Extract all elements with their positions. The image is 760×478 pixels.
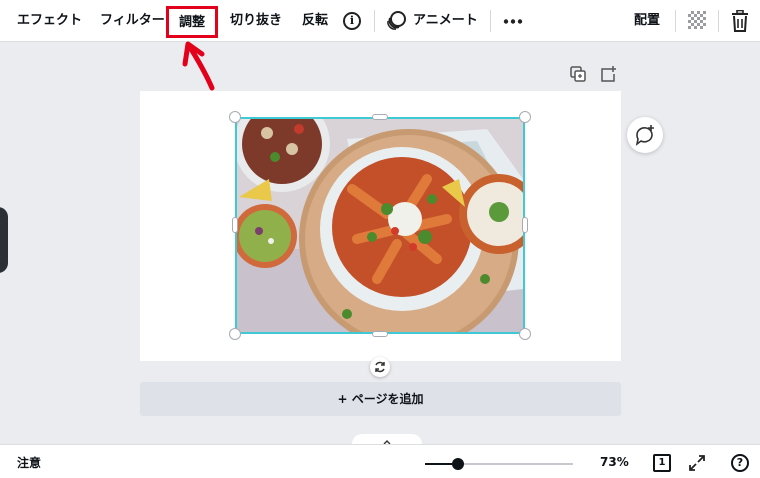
selected-food-photo[interactable] [235,117,525,334]
collapse-panel-tab[interactable] [0,207,8,273]
notes-button[interactable]: 注意 [17,454,41,471]
transparency-icon[interactable] [688,11,706,29]
resize-handle-top-right[interactable] [519,111,531,123]
toolbar-divider [675,10,676,32]
zoom-slider-thumb[interactable] [451,458,464,470]
add-comment-icon[interactable] [627,117,663,153]
adjust-button[interactable]: 調整 [166,6,219,38]
toolbar-divider [718,10,719,32]
duplicate-page-icon[interactable] [570,66,586,82]
resize-handle-bottom[interactable] [372,331,388,337]
resize-handle-right[interactable] [522,217,528,233]
rotate-icon[interactable] [370,357,390,377]
add-page-button[interactable]: + ページを追加 [140,382,621,416]
add-page-icon[interactable] [600,66,616,82]
toolbar-divider [374,10,375,32]
trash-icon[interactable] [731,10,749,32]
animate-button[interactable]: アニメート [413,0,478,42]
zoom-slider[interactable] [425,458,573,470]
food-photo-image [237,119,523,332]
effects-button[interactable]: エフェクト [17,0,82,42]
annotation-arrow-icon [182,41,215,91]
filters-button[interactable]: フィルター [100,0,165,42]
position-button[interactable]: 配置 [634,0,660,42]
resize-handle-bottom-left[interactable] [229,328,241,340]
more-icon[interactable] [503,19,523,24]
image-edit-toolbar: エフェクト フィルター 調整 切り抜き 反転 i アニメート 配置 [0,0,760,42]
page-count-button[interactable]: 1 [653,454,671,472]
flip-button[interactable]: 反転 [302,0,328,42]
resize-handle-top[interactable] [372,114,388,120]
resize-handle-left[interactable] [232,217,238,233]
resize-handle-top-left[interactable] [229,111,241,123]
footer-bar: 注意 73% 1 ? [0,444,760,478]
fullscreen-icon[interactable] [689,455,705,471]
resize-handle-bottom-right[interactable] [519,328,531,340]
help-icon[interactable]: ? [731,454,749,472]
info-icon[interactable]: i [343,12,361,30]
toolbar-divider [490,10,491,32]
zoom-level[interactable]: 73% [600,455,629,469]
crop-button[interactable]: 切り抜き [230,0,282,42]
animate-icon[interactable] [385,10,407,32]
